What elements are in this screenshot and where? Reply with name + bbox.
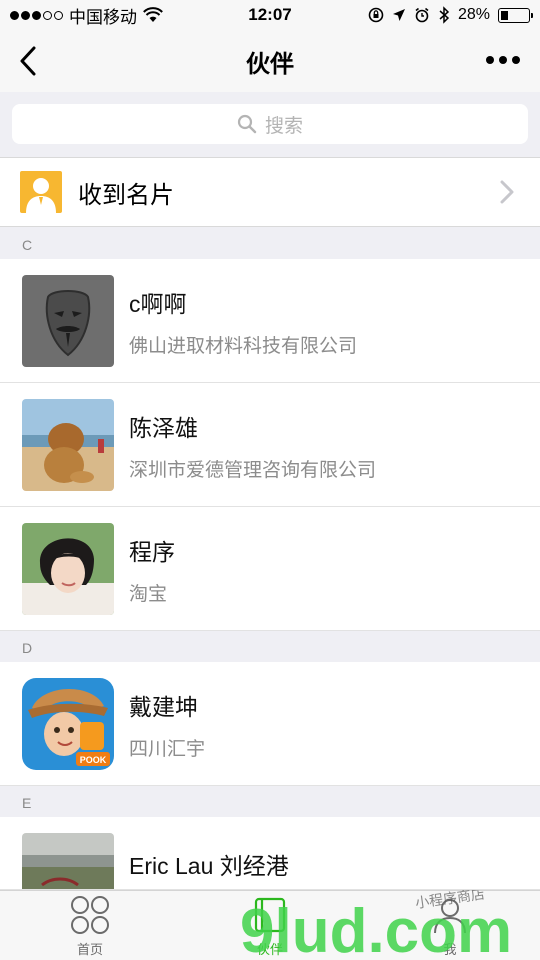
contact-info: 戴建坤 四川汇宇 [129,688,205,761]
tab-me[interactable]: 我 [360,891,540,960]
section-header-d: D [0,631,540,663]
landscape-avatar [22,833,114,890]
contact-info: 陈泽雄 深圳市爱德管理咨询有限公司 [129,409,376,482]
received-cards-label: 收到名片 [78,181,174,209]
contact-name: c啊啊 [129,290,187,317]
status-right: 28% [368,6,533,24]
received-cards-row[interactable]: 收到名片 [0,157,540,227]
back-icon[interactable] [14,44,44,78]
contact-name: Eric Lau 刘经港 [129,853,289,879]
status-left: 中国移动 [10,3,368,28]
section-header-c: C [0,228,540,260]
tab-bar: 首页 伙伴 我 [0,890,540,960]
rotation-lock-icon [368,7,384,23]
contact-name: 陈泽雄 [129,414,198,441]
contact-info: 程序 淘宝 [129,533,175,606]
cartoon-pook-avatar: POOK [22,678,114,770]
bluetooth-icon [439,6,450,24]
section-header-e: E [0,786,540,818]
contact-row[interactable]: POOK 戴建坤 四川汇宇 [0,662,540,786]
contact-info: Eric Lau 刘经港 [129,847,289,881]
tab-partners[interactable]: 伙伴 [180,891,360,960]
chevron-right-icon [500,180,514,204]
contact-name: 程序 [129,538,175,565]
signal-icon [10,10,63,20]
lion-beach-avatar [22,399,114,491]
search-area: 搜索 [0,92,540,156]
nav-bar: 伙伴 [0,30,540,92]
alarm-icon [415,7,429,23]
contact-company: 淘宝 [129,583,168,605]
contact-card-icon [20,171,62,213]
contact-row[interactable]: c啊啊 佛山进取材料科技有限公司 [0,259,540,383]
contact-company: 四川汇宇 [129,738,206,760]
contact-name: 戴建坤 [129,693,198,720]
tab-home[interactable]: 首页 [0,891,180,960]
contact-row[interactable]: 程序 淘宝 [0,507,540,631]
home-grid-icon [71,896,109,934]
search-placeholder: 搜索 [264,115,303,137]
wifi-icon [143,7,163,22]
tab-home-label: 首页 [76,942,103,957]
partner-icon [254,897,286,933]
contact-info: c啊啊 佛山进取材料科技有限公司 [129,285,357,358]
contact-company: 佛山进取材料科技有限公司 [129,335,358,357]
profile-icon [434,899,466,934]
search-icon [237,114,257,134]
tab-me-label: 我 [443,942,457,957]
carrier-label: 中国移动 [69,7,137,27]
svg-text:POOK: POOK [80,755,107,765]
more-options-icon[interactable] [486,52,522,68]
search-input[interactable]: 搜索 [12,104,528,144]
mask-avatar [22,275,114,367]
girl-portrait-avatar [22,523,114,615]
battery-percent: 28% [457,6,490,23]
status-bar: 中国移动 12:07 28% [0,0,540,30]
contact-row[interactable]: 陈泽雄 深圳市爱德管理咨询有限公司 [0,383,540,507]
contact-company: 深圳市爱德管理咨询有限公司 [129,459,377,481]
contact-row[interactable]: Eric Lau 刘经港 [0,817,540,890]
page-title: 伙伴 [246,50,294,78]
location-icon [392,9,405,21]
tab-partners-label: 伙伴 [256,942,283,957]
battery-icon [498,7,533,23]
